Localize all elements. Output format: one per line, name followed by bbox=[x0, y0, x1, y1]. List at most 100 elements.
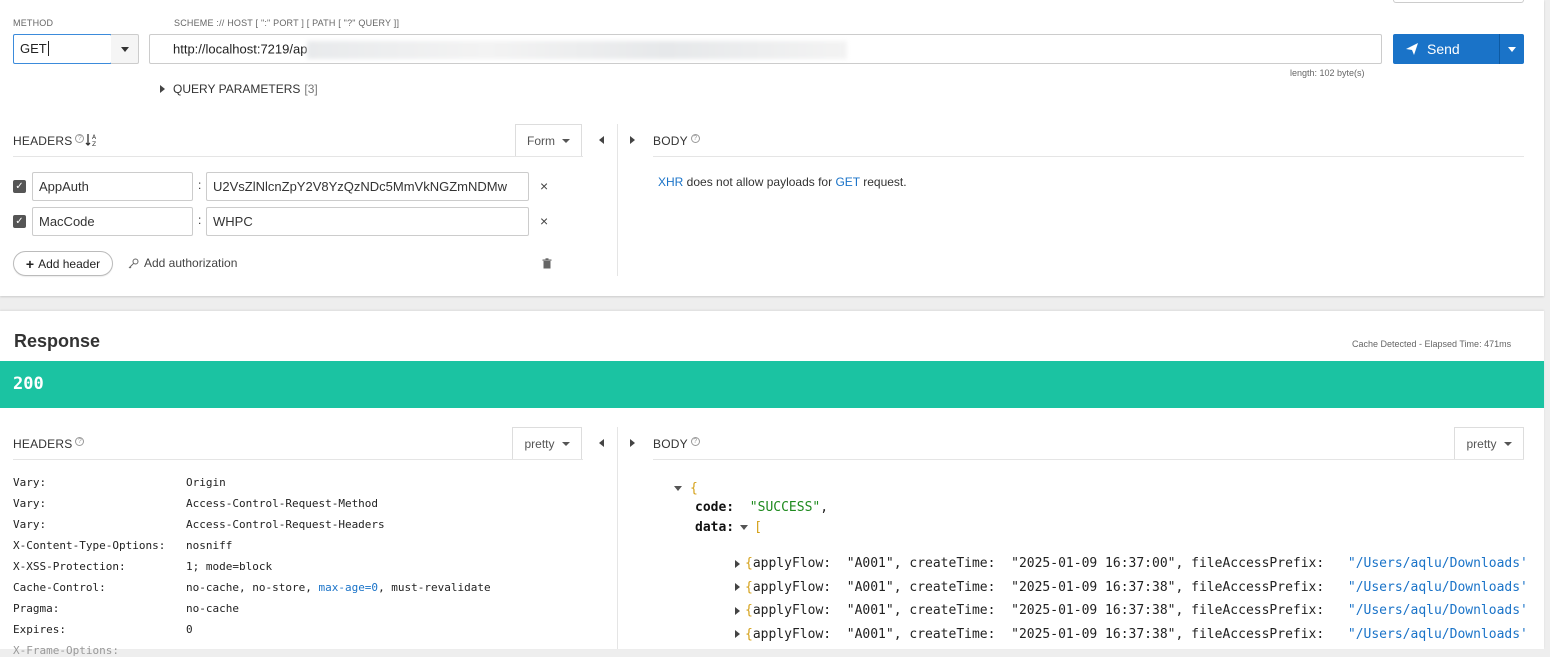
request-headers-heading: HEADERS? bbox=[13, 134, 85, 148]
colon-separator: : bbox=[198, 213, 202, 227]
response-header-name: Vary: bbox=[13, 476, 47, 489]
header-enabled-checkbox[interactable]: ✓ bbox=[13, 180, 26, 193]
response-header-value: no-cache, no-store, max-age=0, must-reva… bbox=[186, 581, 491, 594]
expand-arrow-icon bbox=[160, 85, 165, 93]
expand-right-icon[interactable] bbox=[630, 136, 635, 144]
url-input[interactable]: http://localhost:7219/ap bbox=[149, 34, 1382, 64]
url-length: length: 102 byte(s) bbox=[1290, 68, 1365, 78]
json-array-item[interactable]: {applyFlow: "A001", createTime: "2025-01… bbox=[735, 599, 1525, 623]
body-label: BODY bbox=[653, 437, 688, 451]
json-root: { code: "SUCCESS", data: [ bbox=[674, 481, 828, 535]
json-key-data: data: bbox=[695, 520, 735, 535]
help-icon[interactable]: ? bbox=[690, 134, 700, 143]
json-key-applyflow: applyFlow: bbox=[752, 603, 847, 619]
body-message-end: request. bbox=[859, 175, 907, 189]
json-value-fileaccessprefix[interactable]: "/Users/aqlu/Downloads' bbox=[1348, 556, 1525, 571]
headers-format-value: Form bbox=[527, 134, 555, 148]
response-header-name: Vary: bbox=[13, 518, 47, 531]
header-name-input[interactable]: AppAuth bbox=[32, 172, 193, 201]
headers-label: HEADERS bbox=[13, 134, 73, 148]
add-header-button[interactable]: + Add header bbox=[13, 251, 113, 276]
request-body-heading: BODY? bbox=[653, 134, 700, 148]
response-headers-list: Vary: Origin Vary: Access-Control-Request-M… bbox=[13, 476, 593, 644]
query-parameters-toggle[interactable]: QUERY PARAMETERS [3] bbox=[160, 82, 318, 96]
trash-icon[interactable] bbox=[542, 258, 552, 269]
method-dropdown-button[interactable] bbox=[111, 34, 139, 64]
url-value: http://localhost:7219/ap bbox=[173, 41, 308, 57]
method-value: GET bbox=[20, 41, 47, 56]
json-value-createtime: "2025-01-09 16:37:38" bbox=[1011, 579, 1176, 595]
url-redacted-blur bbox=[307, 41, 848, 59]
xhr-link[interactable]: XHR bbox=[658, 175, 683, 189]
json-array-item[interactable]: {applyFlow: "A001", createTime: "2025-01… bbox=[735, 623, 1525, 647]
json-key-applyflow: applyFlow: bbox=[752, 579, 847, 595]
response-header-cut-row: X-Frame-Options: bbox=[13, 644, 119, 657]
expand-right-icon[interactable] bbox=[630, 439, 635, 447]
json-value-applyflow: "A001" bbox=[846, 579, 894, 595]
method-input[interactable]: GET bbox=[13, 34, 112, 64]
headers-underline bbox=[13, 459, 583, 460]
header-enabled-checkbox[interactable]: ✓ bbox=[13, 215, 26, 228]
json-key-fileaccessprefix: , fileAccessPrefix: bbox=[1175, 579, 1340, 595]
help-icon[interactable]: ? bbox=[75, 134, 85, 143]
json-array-item[interactable]: {applyFlow: "A001", createTime: "2025-01… bbox=[735, 552, 1525, 576]
json-key-createtime: , createTime: bbox=[893, 603, 1012, 619]
close-icon[interactable]: × bbox=[540, 178, 548, 194]
json-root-toggle[interactable]: { bbox=[674, 481, 828, 496]
top-partial-button[interactable] bbox=[1393, 0, 1524, 3]
status-bar: 200 bbox=[0, 361, 1544, 408]
json-value-createtime: "2025-01-09 16:37:00" bbox=[1011, 556, 1176, 572]
response-header-row: Vary: Origin bbox=[13, 476, 593, 497]
body-message: XHR does not allow payloads for GET requ… bbox=[658, 175, 907, 189]
json-open-brace: { bbox=[690, 481, 698, 496]
json-value-fileaccessprefix[interactable]: "/Users/aqlu/Downloads' bbox=[1348, 603, 1525, 618]
add-header-label: Add header bbox=[38, 256, 101, 271]
json-key-createtime: , createTime: bbox=[893, 579, 1012, 595]
json-value-fileaccessprefix[interactable]: "/Users/aqlu/Downloads' bbox=[1348, 580, 1525, 595]
json-value-createtime: "2025-01-09 16:37:38" bbox=[1011, 603, 1176, 619]
headers-underline bbox=[13, 156, 583, 157]
json-data-line[interactable]: data: [ bbox=[695, 520, 828, 535]
max-age-link[interactable]: max-age=0 bbox=[318, 581, 378, 594]
response-header-name: Expires: bbox=[13, 623, 66, 636]
response-header-row: Vary: Access-Control-Request-Headers bbox=[13, 518, 593, 539]
help-icon[interactable]: ? bbox=[690, 437, 700, 446]
response-headers-format-dropdown[interactable]: pretty bbox=[512, 427, 582, 460]
svg-text:Z: Z bbox=[92, 141, 96, 147]
json-value-fileaccessprefix[interactable]: "/Users/aqlu/Downloads' bbox=[1348, 627, 1525, 642]
close-icon[interactable]: × bbox=[540, 213, 548, 229]
send-label: Send bbox=[1427, 41, 1460, 57]
response-header-value: no-cache bbox=[186, 602, 239, 615]
header-value-input[interactable]: WHPC bbox=[206, 207, 529, 236]
json-open-brace: { bbox=[745, 603, 753, 619]
response-header-value: 1; mode=block bbox=[186, 560, 273, 573]
header-name-input[interactable]: MacCode bbox=[32, 207, 193, 236]
json-open-brace: { bbox=[745, 579, 753, 595]
send-button[interactable]: Send bbox=[1393, 34, 1499, 64]
get-link[interactable]: GET bbox=[835, 175, 859, 189]
response-header-name: Cache-Control: bbox=[13, 581, 106, 594]
status-code: 200 bbox=[13, 374, 44, 394]
sort-alpha-icon[interactable]: AZ bbox=[85, 133, 98, 147]
response-meta: Cache Detected - Elapsed Time: 471ms bbox=[1352, 339, 1512, 349]
collapse-left-icon[interactable] bbox=[599, 136, 604, 144]
response-header-name: X-XSS-Protection: bbox=[13, 560, 126, 573]
response-body-format-dropdown[interactable]: pretty bbox=[1454, 427, 1524, 460]
header-value-input[interactable]: U2VsZlNlcnZpY2V8YzQzNDc5MmVkNGZmNDMw bbox=[206, 172, 529, 201]
request-panel: METHOD SCHEME :// HOST [ ":" PORT ] [ PA… bbox=[0, 0, 1544, 296]
add-authorization-button[interactable]: Add authorization bbox=[128, 256, 237, 270]
json-open-brace: { bbox=[745, 626, 753, 642]
json-array-item[interactable]: {applyFlow: "A001", createTime: "2025-01… bbox=[735, 576, 1525, 600]
response-header-row: Cache-Control: no-cache, no-store, max-ag… bbox=[13, 581, 593, 602]
collapse-left-icon[interactable] bbox=[599, 439, 604, 447]
plus-icon: + bbox=[25, 255, 35, 272]
json-value-createtime: "2025-01-09 16:37:38" bbox=[1011, 626, 1176, 642]
json-key-code: code: bbox=[695, 500, 735, 515]
add-authorization-label: Add authorization bbox=[144, 256, 238, 270]
headers-format-dropdown[interactable]: Form bbox=[515, 124, 582, 157]
response-body-heading: BODY? bbox=[653, 437, 700, 451]
response-header-row: Expires: 0 bbox=[13, 623, 593, 644]
help-icon[interactable]: ? bbox=[75, 437, 85, 446]
send-options-button[interactable] bbox=[1499, 34, 1524, 64]
response-header-name: Vary: bbox=[13, 497, 47, 510]
